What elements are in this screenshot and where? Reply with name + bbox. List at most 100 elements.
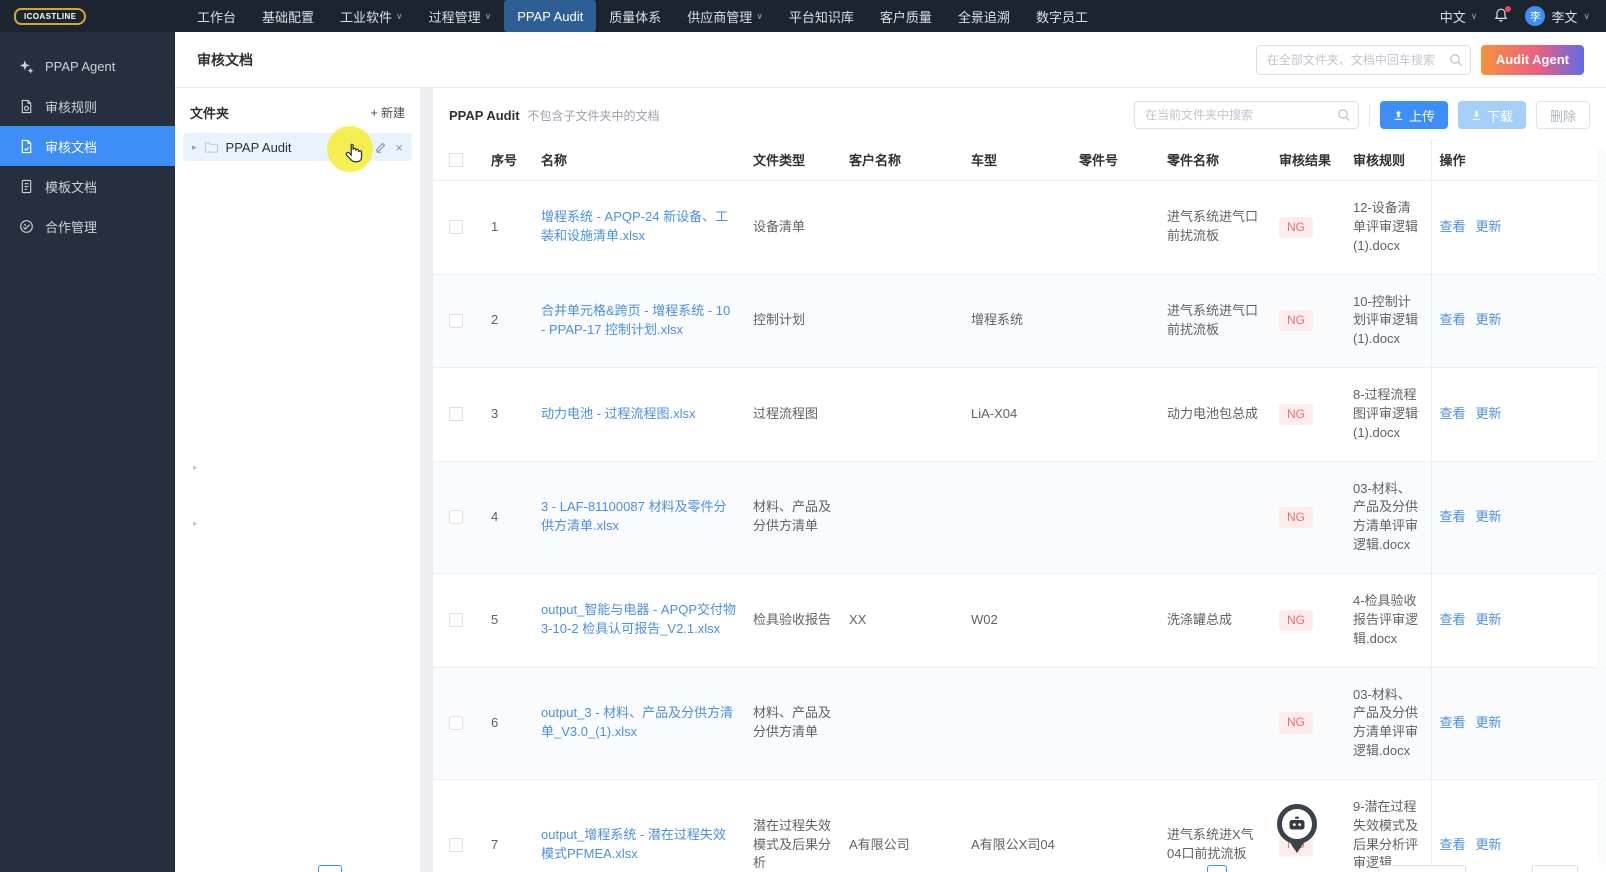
edit-folder-icon[interactable] xyxy=(375,142,386,153)
row-checkbox[interactable] xyxy=(449,510,463,525)
nav-item-5[interactable]: 质量体系 xyxy=(596,0,674,32)
sidebar-item-label: 审核文档 xyxy=(45,139,98,155)
cell-name: 增程系统 - APQP-24 新设备、工装和设施清单.xlsx xyxy=(533,180,745,275)
view-link[interactable]: 查看 xyxy=(1440,612,1466,627)
nav-item-10[interactable]: 数字员工 xyxy=(1023,0,1101,32)
folder-item-0[interactable]: ▸PPAP Audit+× xyxy=(183,133,412,161)
update-link[interactable]: 更新 xyxy=(1476,612,1502,627)
doc-name-link[interactable]: output_3 - 材料、产品及分供方清单_V3.0_(1).xlsx xyxy=(541,705,733,739)
download-label: 下载 xyxy=(1486,108,1513,124)
assistant-robot-icon[interactable] xyxy=(1277,804,1317,861)
upload-button[interactable]: 上传 xyxy=(1379,101,1448,129)
chevron-right-icon[interactable]: ▸ xyxy=(192,142,197,153)
ng-badge: NG xyxy=(1279,216,1313,238)
pagination-control-partial[interactable] xyxy=(318,865,342,872)
nav-item-9[interactable]: 全景追溯 xyxy=(945,0,1023,32)
nav-item-8[interactable]: 客户质量 xyxy=(867,0,945,32)
doc-name-link[interactable]: 3 - LAF-81100087 材料及零件分供方清单.xlsx xyxy=(541,499,726,533)
view-link[interactable]: 查看 xyxy=(1440,509,1466,524)
view-link[interactable]: 查看 xyxy=(1440,715,1466,730)
update-link[interactable]: 更新 xyxy=(1476,406,1502,421)
chevron-down-icon: ∨ xyxy=(484,10,492,21)
cooperation-icon xyxy=(19,219,34,234)
view-link[interactable]: 查看 xyxy=(1440,219,1466,234)
row-checkbox[interactable] xyxy=(449,613,463,628)
row-checkbox[interactable] xyxy=(449,220,463,235)
cursor-highlight xyxy=(327,126,373,172)
update-link[interactable]: 更新 xyxy=(1476,837,1502,852)
cell-filler xyxy=(1531,779,1606,872)
plus-icon: + xyxy=(370,105,378,120)
cell-file-type: 设备清单 xyxy=(745,180,841,275)
download-button[interactable]: 下载 xyxy=(1457,101,1526,129)
sidebar-item-4[interactable]: 合作管理 xyxy=(0,206,175,246)
nav-item-3[interactable]: 过程管理 ∨ xyxy=(416,0,505,32)
doc-name-link[interactable]: 动力电池 - 过程流程图.xlsx xyxy=(541,406,696,421)
view-link[interactable]: 查看 xyxy=(1440,837,1466,852)
cell-file-type: 过程流程图 xyxy=(745,367,841,462)
cell-part-name: 洗涤罐总成 xyxy=(1159,573,1271,668)
sidebar-item-2[interactable]: 审核文档 xyxy=(0,126,175,166)
folder-search-input[interactable] xyxy=(1133,101,1359,129)
chevron-down-icon: ∨ xyxy=(1583,10,1590,21)
pagination-control-partial[interactable] xyxy=(1207,865,1227,872)
delete-folder-icon[interactable]: × xyxy=(395,140,403,155)
pagination-control-partial[interactable] xyxy=(1532,865,1578,872)
row-checkbox[interactable] xyxy=(449,313,463,328)
sidebar: PPAP Agent 审核规则审核文档模板文档 合作管理 xyxy=(0,32,175,872)
row-checkbox[interactable] xyxy=(449,407,463,422)
notifications-bell[interactable] xyxy=(1493,6,1512,25)
nav-item-label: 质量体系 xyxy=(609,9,662,25)
doc-name-link[interactable]: output_智能与电器 - APQP交付物3-10-2 检具认可报告_V2.1… xyxy=(541,602,736,636)
cell-part-no xyxy=(1071,274,1159,369)
update-link[interactable]: 更新 xyxy=(1476,312,1502,327)
nav-item-2[interactable]: 工业软件 ∨ xyxy=(327,0,416,32)
ng-badge: NG xyxy=(1279,310,1313,332)
audit-agent-button[interactable]: Audit Agent xyxy=(1480,44,1584,75)
global-search-input[interactable] xyxy=(1255,44,1471,75)
nav-item-1[interactable]: 基础配置 xyxy=(249,0,327,32)
new-folder-button[interactable]: + 新建 xyxy=(370,104,405,121)
current-folder-name: PPAP Audit xyxy=(449,107,520,123)
doc-name-link[interactable]: output_增程系统 - 潜在过程失效模式PFMEA.xlsx xyxy=(541,827,726,861)
pagination-control-partial[interactable] xyxy=(1378,865,1466,872)
nav-item-7[interactable]: 平台知识库 xyxy=(776,0,867,32)
cell-filler xyxy=(1531,461,1606,574)
nav-item-label: 基础配置 xyxy=(262,9,315,25)
cell-customer xyxy=(841,274,963,369)
delete-button[interactable]: 删除 xyxy=(1535,101,1590,129)
update-link[interactable]: 更新 xyxy=(1476,219,1502,234)
update-link[interactable]: 更新 xyxy=(1476,715,1502,730)
app-logo[interactable]: ICOASTLINE xyxy=(14,7,174,25)
nav-item-0[interactable]: 工作台 xyxy=(184,0,249,32)
row-checkbox[interactable] xyxy=(449,837,463,852)
cell-customer xyxy=(841,667,963,780)
content-area: 文件夹 + 新建 ▸ PPAP Audit + × ▸ ▸ PPAP Audit 不包… xyxy=(175,88,1606,872)
cell-part-name: 进气系统进气口前扰流板 xyxy=(1159,180,1271,275)
update-link[interactable]: 更新 xyxy=(1476,509,1502,524)
sidebar-item-1[interactable]: 审核规则 xyxy=(0,86,175,126)
sidebar-item-3[interactable]: 模板文档 xyxy=(0,166,175,206)
scrollbar-track[interactable] xyxy=(1597,148,1605,866)
language-selector[interactable]: 中文 ∨ xyxy=(1440,7,1478,26)
doc-name-link[interactable]: 合并单元格&跨页 - 增程系统 - 10 - PPAP-17 控制计划.xlsx xyxy=(541,303,730,337)
doc-rule-icon xyxy=(19,99,34,114)
doc-template-icon xyxy=(19,179,34,194)
folder-panel: 文件夹 + 新建 ▸ PPAP Audit + × ▸ ▸ xyxy=(175,88,420,872)
column-header-1: 名称 xyxy=(533,139,745,181)
cell-result: NG xyxy=(1271,274,1345,369)
doc-name-link[interactable]: 增程系统 - APQP-24 新设备、工装和设施清单.xlsx xyxy=(541,209,728,243)
column-header-4: 车型 xyxy=(963,139,1071,181)
row-checkbox[interactable] xyxy=(449,716,463,731)
chevron-right-icon: ▸ xyxy=(193,518,198,528)
select-all-checkbox[interactable] xyxy=(449,152,463,167)
nav-item-4[interactable]: PPAP Audit xyxy=(504,0,597,32)
view-link[interactable]: 查看 xyxy=(1440,406,1466,421)
folder-name: PPAP Audit xyxy=(225,139,292,155)
cell-part-name: 进气系统进X气04口前扰流板 xyxy=(1159,779,1271,872)
sidebar-item-0[interactable]: PPAP Agent xyxy=(0,46,175,86)
view-link[interactable]: 查看 xyxy=(1440,312,1466,327)
toolbar: 上传 下载 删除 xyxy=(1133,101,1590,129)
nav-item-6[interactable]: 供应商管理 ∨ xyxy=(674,0,776,32)
user-menu[interactable]: 李 李文 ∨ xyxy=(1525,6,1590,26)
